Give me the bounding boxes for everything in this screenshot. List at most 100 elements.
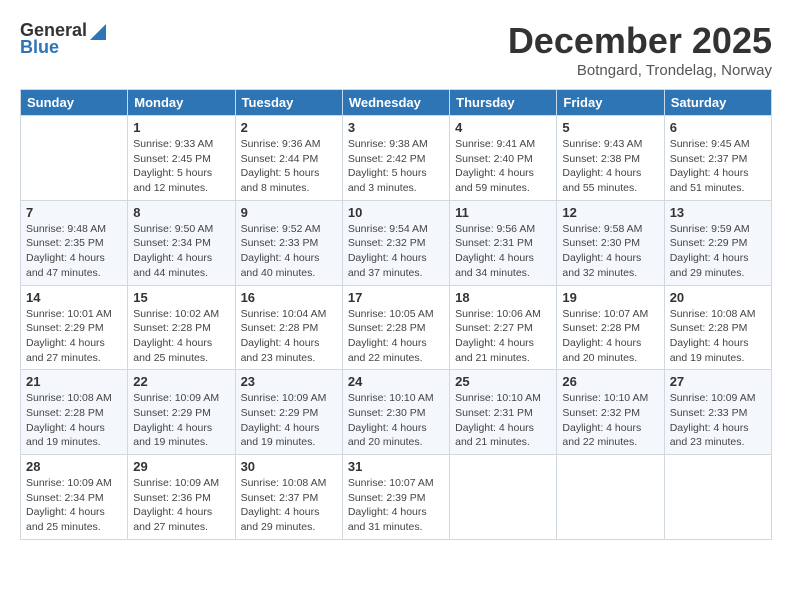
- calendar-cell: 3 Sunrise: 9:38 AMSunset: 2:42 PMDaylight…: [342, 116, 449, 201]
- day-info: Sunrise: 10:10 AMSunset: 2:30 PMDaylight…: [348, 391, 444, 450]
- day-number: 29: [133, 459, 229, 474]
- calendar-cell: 30 Sunrise: 10:08 AMSunset: 2:37 PMDaylig…: [235, 455, 342, 540]
- day-info: Sunrise: 10:09 AMSunset: 2:33 PMDaylight…: [670, 391, 766, 450]
- calendar-cell: 27 Sunrise: 10:09 AMSunset: 2:33 PMDaylig…: [664, 370, 771, 455]
- day-number: 9: [241, 205, 337, 220]
- calendar-cell: 13 Sunrise: 9:59 AMSunset: 2:29 PMDayligh…: [664, 200, 771, 285]
- calendar-cell: 1 Sunrise: 9:33 AMSunset: 2:45 PMDaylight…: [128, 116, 235, 201]
- day-info: Sunrise: 10:09 AMSunset: 2:29 PMDaylight…: [241, 391, 337, 450]
- day-number: 18: [455, 290, 551, 305]
- calendar-cell: 16Sunrise: 10:04 AMSunset: 2:28 PMDaylig…: [235, 285, 342, 370]
- day-number: 7: [26, 205, 122, 220]
- day-number: 6: [670, 120, 766, 135]
- day-info: Sunrise: 10:10 AMSunset: 2:32 PMDaylight…: [562, 391, 658, 450]
- day-info: Sunrise: 9:38 AMSunset: 2:42 PMDaylight:…: [348, 137, 444, 196]
- calendar-cell: 19 Sunrise: 10:07 AMSunset: 2:28 PMDaylig…: [557, 285, 664, 370]
- calendar-cell: 12Sunrise: 9:58 AMSunset: 2:30 PMDayligh…: [557, 200, 664, 285]
- calendar-cell: 28 Sunrise: 10:09 AMSunset: 2:34 PMDaylig…: [21, 455, 128, 540]
- calendar-cell: 20Sunrise: 10:08 AMSunset: 2:28 PMDaylig…: [664, 285, 771, 370]
- calendar-cell: 26Sunrise: 10:10 AMSunset: 2:32 PMDaylig…: [557, 370, 664, 455]
- day-info: Sunrise: 10:08 AMSunset: 2:37 PMDaylight…: [241, 476, 337, 535]
- day-number: 21: [26, 374, 122, 389]
- calendar-cell: 9Sunrise: 9:52 AMSunset: 2:33 PMDaylight…: [235, 200, 342, 285]
- calendar-cell: 17Sunrise: 10:05 AMSunset: 2:28 PMDaylig…: [342, 285, 449, 370]
- day-number: 19: [562, 290, 658, 305]
- day-info: Sunrise: 9:56 AMSunset: 2:31 PMDaylight:…: [455, 222, 551, 281]
- day-info: Sunrise: 10:07 AMSunset: 2:39 PMDaylight…: [348, 476, 444, 535]
- calendar-cell: 5Sunrise: 9:43 AMSunset: 2:38 PMDaylight…: [557, 116, 664, 201]
- day-info: Sunrise: 10:07 AMSunset: 2:28 PMDaylight…: [562, 307, 658, 366]
- day-number: 31: [348, 459, 444, 474]
- day-info: Sunrise: 9:43 AMSunset: 2:38 PMDaylight:…: [562, 137, 658, 196]
- day-number: 11: [455, 205, 551, 220]
- calendar-cell: 18 Sunrise: 10:06 AMSunset: 2:27 PMDaylig…: [450, 285, 557, 370]
- day-number: 23: [241, 374, 337, 389]
- title-block: December 2025 Botngard, Trondelag, Norwa…: [508, 20, 772, 79]
- day-number: 3: [348, 120, 444, 135]
- day-info: Sunrise: 10:10 AMSunset: 2:31 PMDaylight…: [455, 391, 551, 450]
- day-number: 16: [241, 290, 337, 305]
- day-of-week-header: Friday: [557, 90, 664, 116]
- day-info: Sunrise: 10:09 AMSunset: 2:34 PMDaylight…: [26, 476, 122, 535]
- calendar-cell: 25 Sunrise: 10:10 AMSunset: 2:31 PMDaylig…: [450, 370, 557, 455]
- day-info: Sunrise: 9:59 AMSunset: 2:29 PMDaylight:…: [670, 222, 766, 281]
- calendar-week-row: 14 Sunrise: 10:01 AMSunset: 2:29 PMDaylig…: [21, 285, 772, 370]
- calendar-cell: 29 Sunrise: 10:09 AMSunset: 2:36 PMDaylig…: [128, 455, 235, 540]
- day-of-week-header: Thursday: [450, 90, 557, 116]
- subtitle: Botngard, Trondelag, Norway: [508, 62, 772, 79]
- day-number: 1: [133, 120, 229, 135]
- day-number: 22: [133, 374, 229, 389]
- calendar-cell: 4Sunrise: 9:41 AMSunset: 2:40 PMDaylight…: [450, 116, 557, 201]
- day-info: Sunrise: 9:33 AMSunset: 2:45 PMDaylight:…: [133, 137, 229, 196]
- calendar-cell: 7 Sunrise: 9:48 AMSunset: 2:35 PMDaylight…: [21, 200, 128, 285]
- day-of-week-header: Saturday: [664, 90, 771, 116]
- page-header: General Blue December 2025 Botngard, Tro…: [20, 20, 772, 79]
- calendar-cell: 21 Sunrise: 10:08 AMSunset: 2:28 PMDaylig…: [21, 370, 128, 455]
- day-info: Sunrise: 9:48 AMSunset: 2:35 PMDaylight:…: [26, 222, 122, 281]
- calendar-cell: 10 Sunrise: 9:54 AMSunset: 2:32 PMDayligh…: [342, 200, 449, 285]
- day-info: Sunrise: 10:05 AMSunset: 2:28 PMDaylight…: [348, 307, 444, 366]
- day-number: 25: [455, 374, 551, 389]
- day-info: Sunrise: 10:09 AMSunset: 2:36 PMDaylight…: [133, 476, 229, 535]
- day-info: Sunrise: 9:36 AMSunset: 2:44 PMDaylight:…: [241, 137, 337, 196]
- day-number: 30: [241, 459, 337, 474]
- calendar-week-row: 28 Sunrise: 10:09 AMSunset: 2:34 PMDaylig…: [21, 455, 772, 540]
- calendar-cell: 6 Sunrise: 9:45 AMSunset: 2:37 PMDaylight…: [664, 116, 771, 201]
- day-number: 24: [348, 374, 444, 389]
- calendar-cell: 2 Sunrise: 9:36 AMSunset: 2:44 PMDaylight…: [235, 116, 342, 201]
- day-number: 28: [26, 459, 122, 474]
- day-number: 15: [133, 290, 229, 305]
- logo-blue-text: Blue: [20, 37, 59, 58]
- day-info: Sunrise: 9:45 AMSunset: 2:37 PMDaylight:…: [670, 137, 766, 196]
- month-title: December 2025: [508, 20, 772, 62]
- day-number: 13: [670, 205, 766, 220]
- day-info: Sunrise: 10:01 AMSunset: 2:29 PMDaylight…: [26, 307, 122, 366]
- day-number: 20: [670, 290, 766, 305]
- calendar-cell: [664, 455, 771, 540]
- calendar-week-row: 7 Sunrise: 9:48 AMSunset: 2:35 PMDaylight…: [21, 200, 772, 285]
- calendar-cell: 14 Sunrise: 10:01 AMSunset: 2:29 PMDaylig…: [21, 285, 128, 370]
- calendar-cell: [450, 455, 557, 540]
- day-number: 14: [26, 290, 122, 305]
- calendar-cell: 11 Sunrise: 9:56 AMSunset: 2:31 PMDayligh…: [450, 200, 557, 285]
- day-info: Sunrise: 10:08 AMSunset: 2:28 PMDaylight…: [26, 391, 122, 450]
- day-of-week-header: Monday: [128, 90, 235, 116]
- day-number: 27: [670, 374, 766, 389]
- day-number: 10: [348, 205, 444, 220]
- day-of-week-header: Tuesday: [235, 90, 342, 116]
- calendar-cell: 8Sunrise: 9:50 AMSunset: 2:34 PMDaylight…: [128, 200, 235, 285]
- calendar-cell: 23 Sunrise: 10:09 AMSunset: 2:29 PMDaylig…: [235, 370, 342, 455]
- calendar-week-row: 1 Sunrise: 9:33 AMSunset: 2:45 PMDaylight…: [21, 116, 772, 201]
- day-info: Sunrise: 10:02 AMSunset: 2:28 PMDaylight…: [133, 307, 229, 366]
- day-of-week-header: Wednesday: [342, 90, 449, 116]
- day-info: Sunrise: 9:58 AMSunset: 2:30 PMDaylight:…: [562, 222, 658, 281]
- day-number: 2: [241, 120, 337, 135]
- day-info: Sunrise: 9:50 AMSunset: 2:34 PMDaylight:…: [133, 222, 229, 281]
- calendar-header-row: SundayMondayTuesdayWednesdayThursdayFrid…: [21, 90, 772, 116]
- calendar-cell: 15 Sunrise: 10:02 AMSunset: 2:28 PMDaylig…: [128, 285, 235, 370]
- calendar-cell: [21, 116, 128, 201]
- day-info: Sunrise: 10:06 AMSunset: 2:27 PMDaylight…: [455, 307, 551, 366]
- day-info: Sunrise: 9:54 AMSunset: 2:32 PMDaylight:…: [348, 222, 444, 281]
- calendar-cell: 22Sunrise: 10:09 AMSunset: 2:29 PMDaylig…: [128, 370, 235, 455]
- calendar-table: SundayMondayTuesdayWednesdayThursdayFrid…: [20, 89, 772, 540]
